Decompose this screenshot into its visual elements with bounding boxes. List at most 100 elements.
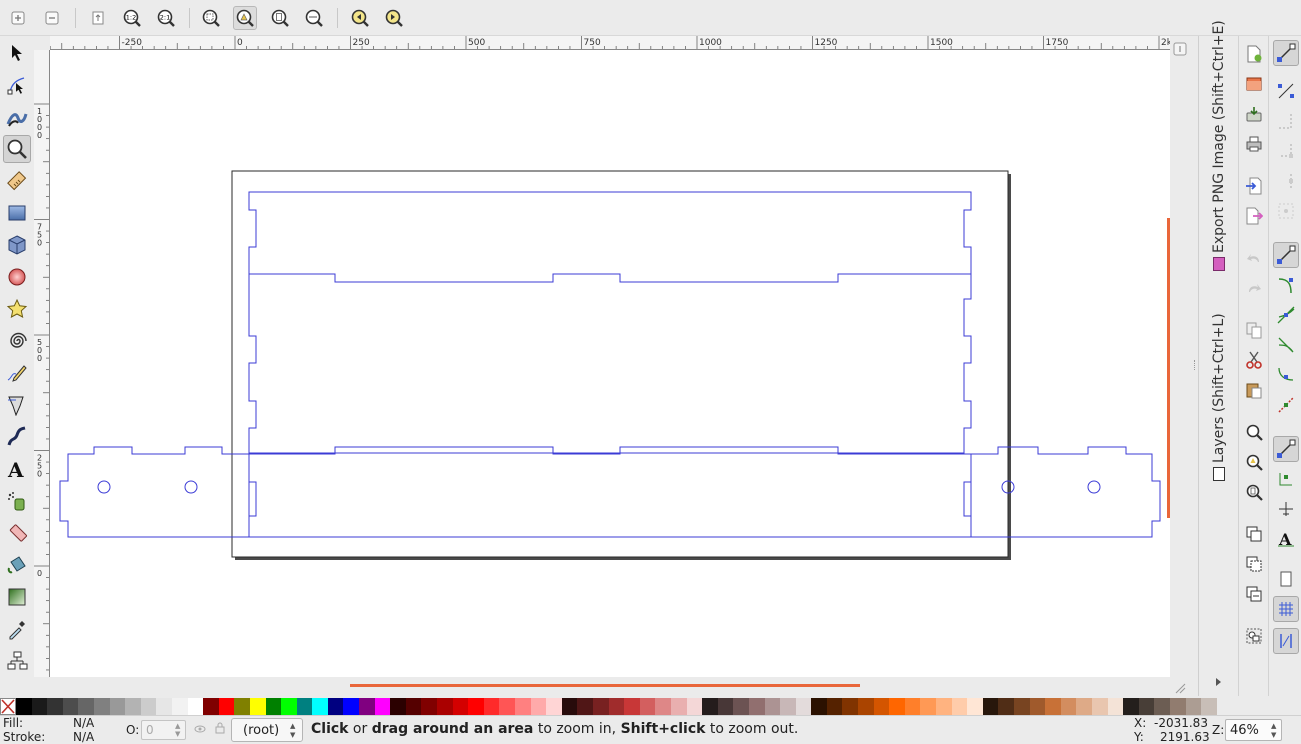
eraser-tool-icon[interactable] xyxy=(3,519,31,547)
zoom-selection-icon[interactable] xyxy=(1242,420,1266,444)
palette-swatch[interactable] xyxy=(125,698,141,715)
palette-swatch[interactable] xyxy=(312,698,328,715)
palette-swatch[interactable] xyxy=(31,698,48,715)
zoom-spinbox[interactable]: 46% ▲ ▼ xyxy=(1225,719,1282,741)
snap-object-center-icon[interactable] xyxy=(1273,466,1299,492)
palette-swatch[interactable] xyxy=(468,698,484,715)
undo-icon[interactable] xyxy=(1242,246,1266,270)
snap-guide-icon[interactable] xyxy=(1273,628,1299,654)
palette-swatch[interactable] xyxy=(62,698,79,715)
palette-swatch[interactable] xyxy=(967,698,983,715)
palette-swatch[interactable] xyxy=(203,698,219,715)
palette-swatch[interactable] xyxy=(873,698,890,715)
zoom-tool-icon[interactable] xyxy=(3,135,31,163)
cut-icon[interactable] xyxy=(1242,348,1266,372)
ellipse-tool-icon[interactable] xyxy=(3,263,31,291)
no-paint-swatch[interactable] xyxy=(0,698,16,715)
palette-swatch[interactable] xyxy=(374,698,391,715)
spiral-tool-icon[interactable] xyxy=(3,327,31,355)
zoom-page-width-icon[interactable] xyxy=(302,6,326,30)
zoom-next-icon[interactable] xyxy=(382,6,406,30)
palette-swatch[interactable] xyxy=(764,698,781,715)
left-hole-2[interactable] xyxy=(184,480,198,494)
clone-icon[interactable] xyxy=(1242,552,1266,576)
snap-bbox-icon[interactable] xyxy=(1273,78,1299,104)
zoom-page-icon[interactable] xyxy=(86,6,110,30)
zoom-page-icon[interactable] xyxy=(1242,480,1266,504)
palette-swatch[interactable] xyxy=(546,698,562,715)
palette-swatch[interactable] xyxy=(561,698,578,715)
snap-bbox-corner-icon[interactable] xyxy=(1273,138,1299,164)
palette-swatch[interactable] xyxy=(936,698,952,715)
export-icon[interactable] xyxy=(1242,204,1266,228)
palette-swatch[interactable] xyxy=(93,698,110,715)
snap-enable-icon[interactable] xyxy=(1273,40,1299,66)
group-icon[interactable] xyxy=(1242,624,1266,648)
palette-swatch[interactable] xyxy=(515,698,531,715)
palette-swatch[interactable] xyxy=(1201,698,1217,715)
palette-swatch[interactable] xyxy=(47,698,63,715)
snap-nodes-icon[interactable] xyxy=(1273,242,1299,268)
palette-swatch[interactable] xyxy=(218,698,235,715)
snap-path-intersection-icon[interactable] xyxy=(1273,302,1299,328)
palette-swatch[interactable] xyxy=(421,698,438,715)
palette-swatch[interactable] xyxy=(1045,698,1061,715)
zoom-drawing-icon[interactable] xyxy=(233,6,257,30)
palette-swatch[interactable] xyxy=(1107,698,1124,715)
palette-swatch[interactable] xyxy=(1123,698,1139,715)
palette-swatch[interactable] xyxy=(655,698,671,715)
palette-swatch[interactable] xyxy=(452,698,469,715)
palette-swatch[interactable] xyxy=(171,698,188,715)
snap-rotation-center-icon[interactable] xyxy=(1273,496,1299,522)
palette-swatch[interactable] xyxy=(1060,698,1077,715)
snap-bbox-edge-icon[interactable] xyxy=(1273,108,1299,134)
snap-grid-icon[interactable] xyxy=(1273,596,1299,622)
lock-layer-icon[interactable] xyxy=(214,722,226,734)
opacity-down-icon[interactable]: ▼ xyxy=(175,730,180,738)
zoom-2-1-icon[interactable]: 2:1 xyxy=(154,6,178,30)
palette-swatch[interactable] xyxy=(702,698,718,715)
palette-swatch[interactable] xyxy=(577,698,593,715)
palette-swatch[interactable] xyxy=(78,698,94,715)
lock-guides-icon[interactable] xyxy=(1173,42,1187,56)
print-icon[interactable] xyxy=(1242,132,1266,156)
zoom-down-icon[interactable]: ▼ xyxy=(1271,731,1276,739)
zoom-1-2-icon[interactable]: 1:2 xyxy=(120,6,144,30)
vertical-scrollbar-thumb[interactable] xyxy=(1167,218,1170,518)
stroke-value[interactable]: N/A xyxy=(73,730,94,744)
unlink-clone-icon[interactable] xyxy=(1242,582,1266,606)
redo-icon[interactable] xyxy=(1242,276,1266,300)
layer-dropdown[interactable]: (root) ▲ ▼ xyxy=(231,718,303,742)
palette-swatch[interactable] xyxy=(748,698,765,715)
snap-others-icon[interactable] xyxy=(1273,436,1299,462)
palette-swatch[interactable] xyxy=(686,698,703,715)
calligraphy-tool-icon[interactable] xyxy=(3,423,31,451)
connector-tool-icon[interactable] xyxy=(3,647,31,675)
palette-swatch[interactable] xyxy=(951,698,968,715)
palette-swatch[interactable] xyxy=(437,698,453,715)
import-icon[interactable] xyxy=(1242,174,1266,198)
new-document-icon[interactable] xyxy=(1242,42,1266,66)
palette-swatch[interactable] xyxy=(670,698,687,715)
dropper-tool-icon[interactable] xyxy=(3,615,31,643)
selector-tool-icon[interactable] xyxy=(3,39,31,67)
hide-layer-icon[interactable] xyxy=(194,723,206,735)
left-hole-1[interactable] xyxy=(97,480,111,494)
horizontal-scrollbar-thumb[interactable] xyxy=(350,684,860,687)
palette-swatch[interactable] xyxy=(904,698,921,715)
zoom-previous-icon[interactable] xyxy=(348,6,372,30)
palette-swatch[interactable] xyxy=(296,698,313,715)
palette-swatch[interactable] xyxy=(359,698,375,715)
palette-swatch[interactable] xyxy=(920,698,937,715)
measure-tool-icon[interactable] xyxy=(3,167,31,195)
left-end-panel-path[interactable] xyxy=(59,446,250,538)
canvas-drawing[interactable] xyxy=(50,50,1170,677)
palette-swatch[interactable] xyxy=(624,698,640,715)
save-icon[interactable] xyxy=(1242,102,1266,126)
palette-swatch[interactable] xyxy=(499,698,515,715)
zoom-out-icon[interactable] xyxy=(40,6,64,30)
palette-swatch[interactable] xyxy=(265,698,282,715)
snap-text-baseline-icon[interactable]: A xyxy=(1273,526,1299,552)
palette-swatch[interactable] xyxy=(842,698,859,715)
rectangle-tool-icon[interactable] xyxy=(3,199,31,227)
